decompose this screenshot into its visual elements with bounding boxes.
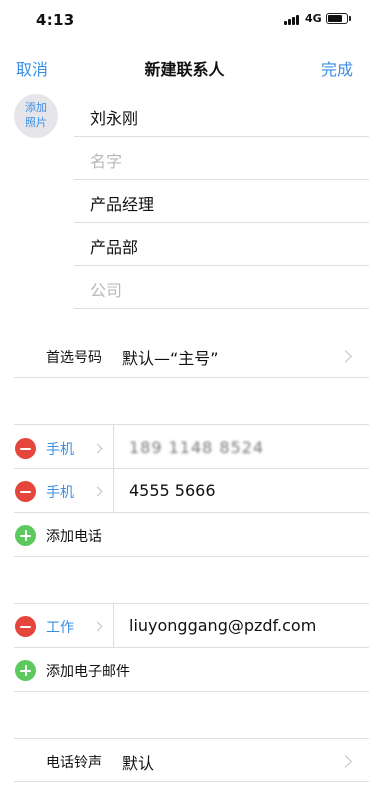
add-icon <box>15 660 36 681</box>
department-value: 产品部 <box>90 238 139 257</box>
phone-type-label[interactable]: 手机 <box>46 439 74 459</box>
first-name-field[interactable]: 名字 <box>74 137 369 180</box>
first-name-placeholder: 名字 <box>90 152 123 171</box>
cancel-button[interactable]: 取消 <box>16 56 48 80</box>
last-name-field[interactable]: 刘永刚 <box>74 94 369 137</box>
ringtone-label: 电话铃声 <box>46 755 102 771</box>
network-type: 4G <box>305 12 322 25</box>
divider <box>14 556 369 557</box>
page-title: 新建联系人 <box>144 60 225 79</box>
chevron-right-icon <box>92 621 103 632</box>
chevron-right-icon <box>92 443 103 454</box>
remove-phone-button[interactable] <box>15 438 36 459</box>
add-photo-label-line1: 添加 <box>25 101 47 114</box>
job-title-value: 产品经理 <box>90 195 155 214</box>
status-time: 4:13 <box>36 11 75 29</box>
add-icon <box>15 525 36 546</box>
divider <box>14 647 369 648</box>
add-phone-label: 添加电话 <box>46 529 102 545</box>
phone-number-field[interactable]: 4555 5666 <box>129 481 216 500</box>
chevron-right-icon <box>339 755 352 768</box>
company-field[interactable]: 公司 <box>74 266 369 309</box>
add-email-label: 添加电子邮件 <box>46 664 130 680</box>
phone-number-field[interactable]: 189 1148 8524 <box>129 438 264 457</box>
remove-email-button[interactable] <box>15 616 36 637</box>
done-button[interactable]: 完成 <box>321 56 353 80</box>
signal-icon <box>284 15 300 25</box>
nav-bar: 新建联系人 取消 完成 <box>0 48 369 84</box>
divider <box>14 377 369 378</box>
preferred-number-value: 默认—“主号” <box>122 349 219 368</box>
email-address-field[interactable]: liuyonggang@pzdf.com <box>129 616 316 635</box>
divider <box>14 738 369 739</box>
battery-icon <box>326 13 348 24</box>
divider <box>14 603 369 604</box>
divider <box>14 691 369 692</box>
divider <box>14 468 369 469</box>
job-title-field[interactable]: 产品经理 <box>74 180 369 223</box>
status-bar: 4:13 4G <box>0 0 369 40</box>
divider <box>14 781 369 782</box>
divider <box>14 424 369 425</box>
add-photo-label-line2: 照片 <box>25 116 47 129</box>
battery-tip <box>349 16 351 21</box>
phone-type-label[interactable]: 手机 <box>46 482 74 502</box>
battery-fill <box>328 15 342 22</box>
divider <box>113 604 114 647</box>
add-photo-button[interactable]: 添加 照片 <box>14 94 58 138</box>
company-placeholder: 公司 <box>90 281 123 300</box>
divider <box>113 469 114 512</box>
divider <box>113 425 114 468</box>
chevron-right-icon <box>339 350 352 363</box>
last-name-value: 刘永刚 <box>90 109 139 128</box>
ringtone-value: 默认 <box>122 754 155 773</box>
remove-phone-button[interactable] <box>15 481 36 502</box>
department-field[interactable]: 产品部 <box>74 223 369 266</box>
chevron-right-icon <box>92 486 103 497</box>
preferred-number-label: 首选号码 <box>46 350 102 366</box>
divider <box>14 512 369 513</box>
email-type-label[interactable]: 工作 <box>46 617 74 637</box>
